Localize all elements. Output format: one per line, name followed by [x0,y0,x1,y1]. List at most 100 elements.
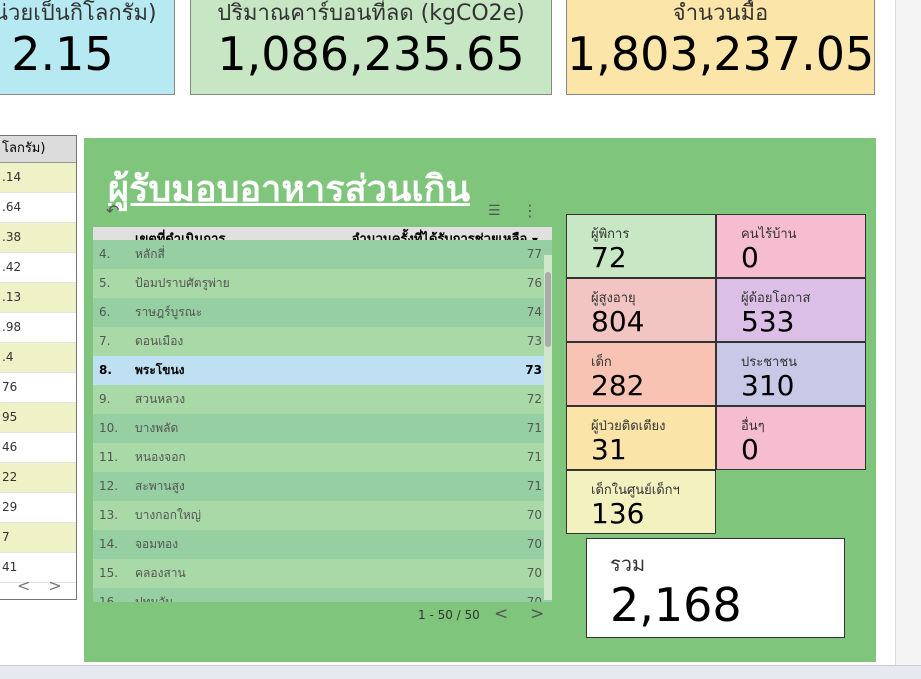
row-count: 76 [526,276,542,290]
row-district: หนองจอก [135,450,186,464]
table-row[interactable]: 10. บางพลัด 71 [93,414,552,443]
next-page-button[interactable]: > [530,604,544,624]
category-value: 0 [741,433,759,466]
row-count: 70 [526,566,542,580]
table-row[interactable]: 9. สวนหลวง 72 [93,385,552,414]
table-row[interactable]: 12. สะพานสูง 71 [93,472,552,501]
row-district: ปทุมวัน [135,595,174,602]
pagination-label: 1 - 50 / 50 [418,608,480,622]
table-row[interactable]: 13. บางกอกใหญ่ 70 [93,501,552,530]
row-count: 77 [526,247,542,261]
weight-cell: 46 [0,433,76,463]
category-value: 310 [741,369,795,402]
table-row[interactable]: 7. ดอนเมือง 73 [93,327,552,356]
row-number: 5. [99,276,111,290]
table-row[interactable]: 8. พระโขนง 73 [93,356,552,385]
weight-cell: .64 [0,193,76,223]
table-row[interactable]: 15. คลองสาน 70 [93,559,552,588]
prev-page-button[interactable]: < [17,576,48,595]
weight-table: โลกรัม) .14.64.38.42.13.98.4 76 95 46 22 29 7 4… [0,135,77,600]
table-scroll-thumb[interactable] [545,272,551,347]
category-tile[interactable]: เด็กในศูนย์เด็กฯ 136 [566,470,716,534]
row-district: บางพลัด [135,421,179,435]
kpi-label: ปริมาณคาร์บอนที่ลด (kgCO2e) [217,1,525,26]
category-tile[interactable]: อื่นๆ 0 [716,406,866,470]
row-district: หลักสี่ [135,247,165,261]
category-tile[interactable]: ผู้สูงอายุ 804 [566,278,716,342]
weight-cell: 7 [0,523,76,553]
kpi-label: หน่วยเป็นกิโลกรัม) [0,1,157,26]
category-tile[interactable]: เด็ก 282 [566,342,716,406]
district-table: เขตที่ดำเนินการ จำนวนครั้งที่ได้รับการช่… [93,227,552,602]
table-row[interactable]: 4. หลักสี่ 77 [93,240,552,269]
category-value: 282 [591,369,645,402]
weight-table-header[interactable]: โลกรัม) [0,136,76,163]
row-number: 9. [99,392,111,406]
row-count: 73 [526,334,542,348]
row-count: 70 [526,508,542,522]
row-number: 14. [99,537,119,551]
row-count: 70 [526,595,542,602]
weight-cell: .98 [0,313,76,343]
weight-table-pager: <> [17,576,76,595]
right-scroll-area[interactable] [895,0,921,665]
table-row[interactable]: 11. หนองจอก 71 [93,443,552,472]
undo-icon[interactable]: ↶ [106,201,119,220]
next-page-button[interactable]: > [48,576,76,595]
row-count: 70 [526,537,542,551]
row-district: ป้อมปราบศัตรูพ่าย [135,276,230,290]
category-value: 0 [741,241,759,274]
row-number: 7. [99,334,111,348]
row-count: 71 [526,421,542,435]
table-row[interactable]: 5. ป้อมปราบศัตรูพ่าย 76 [93,269,552,298]
more-vert-icon[interactable]: ⋮ [522,201,538,220]
total-value: 2,168 [610,578,742,632]
category-value: 804 [591,305,645,338]
category-tile[interactable]: ผู้พิการ 72 [566,214,716,278]
row-number: 10. [99,421,119,435]
kpi-card-meals: จำนวนมื้อ 1,803,237.05 [566,0,875,95]
weight-cell: 95 [0,403,76,433]
row-number: 8. [99,363,112,377]
prev-page-button[interactable]: < [494,604,508,624]
kpi-card-weight: หน่วยเป็นกิโลกรัม) 2.15 [0,0,175,95]
filter-icon[interactable]: ☰ [488,203,501,219]
category-value: 533 [741,305,795,338]
category-value: 72 [591,241,627,274]
row-district: คลองสาน [135,566,186,580]
category-tile[interactable]: คนไร้บ้าน 0 [716,214,866,278]
kpi-label: จำนวนมื้อ [672,1,769,26]
weight-cell: .13 [0,283,76,313]
row-number: 6. [99,305,111,319]
kpi-value: 2.15 [11,27,114,81]
row-district: จอมทอง [135,537,179,551]
row-number: 16. [99,595,119,602]
row-district: ดอนเมือง [135,334,184,348]
row-district: สวนหลวง [135,392,186,406]
row-count: 71 [526,450,542,464]
table-row[interactable]: 16. ปทุมวัน 70 [93,588,552,602]
category-tile[interactable]: ผู้ป่วยติดเตียง 31 [566,406,716,470]
weight-cell: .42 [0,253,76,283]
table-row[interactable]: 6. ราษฎร์บูรณะ 74 [93,298,552,327]
category-value: 136 [591,497,645,530]
row-number: 4. [99,247,111,261]
row-district: พระโขนง [135,363,185,377]
total-label: รวม [610,552,646,576]
weight-cell: .14 [0,163,76,193]
row-number: 11. [99,450,119,464]
kpi-card-carbon: ปริมาณคาร์บอนที่ลด (kgCO2e) 1,086,235.65 [190,0,552,95]
category-value: 31 [591,433,627,466]
row-count: 73 [525,363,542,377]
weight-cell: 22 [0,463,76,493]
panel-title: ผู้รับมอบอาหารส่วนเกิน [108,168,471,210]
row-district: สะพานสูง [135,479,185,493]
row-count: 72 [526,392,542,406]
category-tile[interactable]: ประชาชน 310 [716,342,866,406]
row-count: 74 [526,305,542,319]
weight-cell: .38 [0,223,76,253]
row-number: 13. [99,508,119,522]
category-tile[interactable]: ผู้ด้อยโอกาส 533 [716,278,866,342]
table-row[interactable]: 14. จอมทอง 70 [93,530,552,559]
kpi-value: 1,086,235.65 [217,27,525,81]
